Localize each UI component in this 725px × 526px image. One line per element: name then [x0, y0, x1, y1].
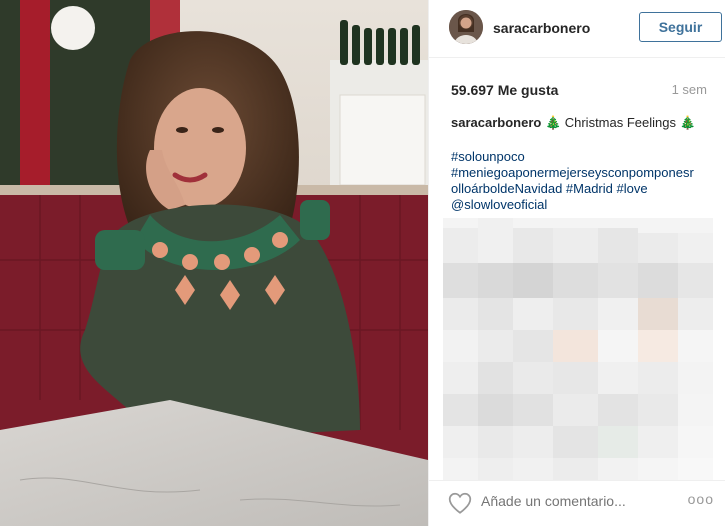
- hashtag-block: #solounpoco #meniegoaponermejerseysconpo…: [451, 149, 713, 213]
- avatar[interactable]: [449, 10, 483, 44]
- more-options-icon[interactable]: ooo: [688, 491, 714, 507]
- post-photo[interactable]: [0, 0, 428, 526]
- comment-input[interactable]: [481, 493, 661, 509]
- hashtag-line[interactable]: olloárboldeNavidad #Madrid #love: [451, 181, 713, 197]
- post-header: saracarbonero Seguir: [429, 0, 725, 58]
- blurred-comments: [443, 218, 713, 480]
- caption-text: 🎄 Christmas Feelings 🎄: [541, 115, 696, 130]
- follow-button[interactable]: Seguir: [639, 12, 722, 42]
- comment-bar: ooo: [429, 480, 725, 526]
- post-sidebar: saracarbonero Seguir 59.697 Me gusta 1 s…: [428, 0, 725, 526]
- like-count[interactable]: 59.697 Me gusta: [451, 82, 558, 98]
- photo-illustration: [0, 0, 428, 526]
- post-timestamp[interactable]: 1 sem: [672, 82, 707, 97]
- hashtag-line[interactable]: #meniegoaponermejerseysconpomponesr: [451, 165, 713, 181]
- mention-link[interactable]: @slowloveoficial: [451, 197, 713, 213]
- hashtag-line[interactable]: #solounpoco: [451, 149, 713, 165]
- username[interactable]: saracarbonero: [493, 20, 590, 36]
- heart-icon[interactable]: [447, 490, 473, 516]
- post-caption: saracarbonero 🎄 Christmas Feelings 🎄: [451, 115, 713, 131]
- caption-username[interactable]: saracarbonero: [451, 115, 541, 130]
